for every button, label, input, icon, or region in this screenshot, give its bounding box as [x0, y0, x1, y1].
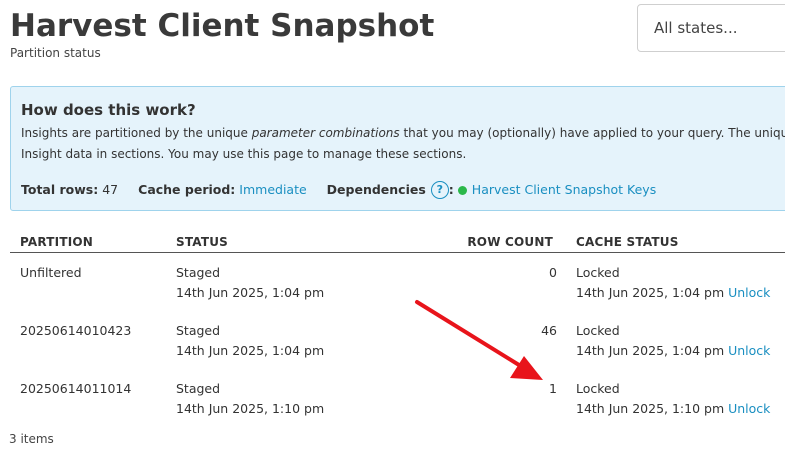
info-line-1-start: Insights are partitioned by the unique [21, 126, 252, 140]
unlock-link[interactable]: Unlock [728, 343, 770, 358]
page-title: Harvest Client Snapshot [10, 8, 435, 44]
column-header-cache-status[interactable]: CACHE STATUS [576, 235, 679, 249]
info-heading: How does this work? [21, 101, 196, 119]
cache-time: 14th Jun 2025, 1:04 pm [576, 285, 725, 300]
status-text: Staged [176, 265, 221, 280]
cache-status-cell: Locked 14th Jun 2025, 1:04 pm Unlock [576, 321, 770, 361]
cache-status-cell: Locked 14th Jun 2025, 1:10 pm Unlock [576, 379, 770, 419]
column-header-row-count[interactable]: ROW COUNT [450, 235, 553, 249]
help-icon[interactable]: ? [430, 181, 449, 199]
status-cell: Staged 14th Jun 2025, 1:04 pm [176, 321, 324, 361]
cache-status-text: Locked [576, 381, 620, 396]
partition-cell: 20250614010423 [20, 323, 132, 338]
column-header-status[interactable]: STATUS [176, 235, 228, 249]
cache-status-cell: Locked 14th Jun 2025, 1:04 pm Unlock [576, 263, 770, 303]
cache-status-text: Locked [576, 265, 620, 280]
cache-time: 14th Jun 2025, 1:10 pm [576, 401, 725, 416]
status-time: 14th Jun 2025, 1:04 pm [176, 285, 325, 300]
table-row: 20250614010423 Staged 14th Jun 2025, 1:0… [10, 311, 785, 369]
status-time: 14th Jun 2025, 1:04 pm [176, 343, 325, 358]
partition-meta: Total rows: 47 Cache period: Immediate D… [21, 180, 656, 200]
status-time: 14th Jun 2025, 1:10 pm [176, 401, 325, 416]
row-count-cell: 1 [549, 381, 557, 396]
table-header: PARTITION STATUS ROW COUNT CACHE STATUS [10, 230, 785, 253]
cache-period-link[interactable]: Immediate [239, 180, 306, 200]
info-line-2: Insight data in sections. You may use th… [21, 147, 467, 161]
row-count-cell: 0 [549, 265, 557, 280]
status-dot-icon [457, 185, 467, 195]
column-header-partition[interactable]: PARTITION [20, 235, 93, 249]
total-rows-label: Total rows: [21, 182, 99, 197]
unlock-link[interactable]: Unlock [728, 285, 770, 300]
status-cell: Staged 14th Jun 2025, 1:04 pm [176, 263, 324, 303]
page-subtitle: Partition status [10, 46, 101, 60]
info-description: Insights are partitioned by the unique p… [21, 123, 785, 165]
page: Harvest Client Snapshot Partition status… [0, 0, 785, 461]
cache-status-text: Locked [576, 323, 620, 338]
info-line-1: Insights are partitioned by the unique p… [21, 123, 785, 144]
status-text: Staged [176, 381, 221, 396]
total-rows-value: 47 [102, 182, 119, 197]
item-count: 3 items [9, 432, 54, 446]
dependencies-label: Dependencies [326, 182, 426, 197]
state-filter-select[interactable]: All states... [637, 4, 785, 52]
row-count-cell: 46 [541, 323, 557, 338]
status-cell: Staged 14th Jun 2025, 1:10 pm [176, 379, 324, 419]
cache-period-label: Cache period: [138, 182, 236, 197]
partition-cell: Unfiltered [20, 265, 82, 280]
partition-cell: 20250614011014 [20, 381, 132, 396]
cache-time: 14th Jun 2025, 1:04 pm [576, 343, 725, 358]
table-row: Unfiltered Staged 14th Jun 2025, 1:04 pm… [10, 253, 785, 311]
partition-table: PARTITION STATUS ROW COUNT CACHE STATUS … [10, 230, 785, 427]
dependency-link[interactable]: Harvest Client Snapshot Keys [472, 180, 656, 200]
unlock-link[interactable]: Unlock [728, 401, 770, 416]
status-text: Staged [176, 323, 221, 338]
info-line-1-end: that you may (optionally) have applied t… [399, 126, 785, 140]
info-panel: How does this work? Insights are partiti… [10, 86, 785, 211]
info-emphasis: parameter combinations [251, 126, 400, 140]
table-row: 20250614011014 Staged 14th Jun 2025, 1:1… [10, 369, 785, 427]
